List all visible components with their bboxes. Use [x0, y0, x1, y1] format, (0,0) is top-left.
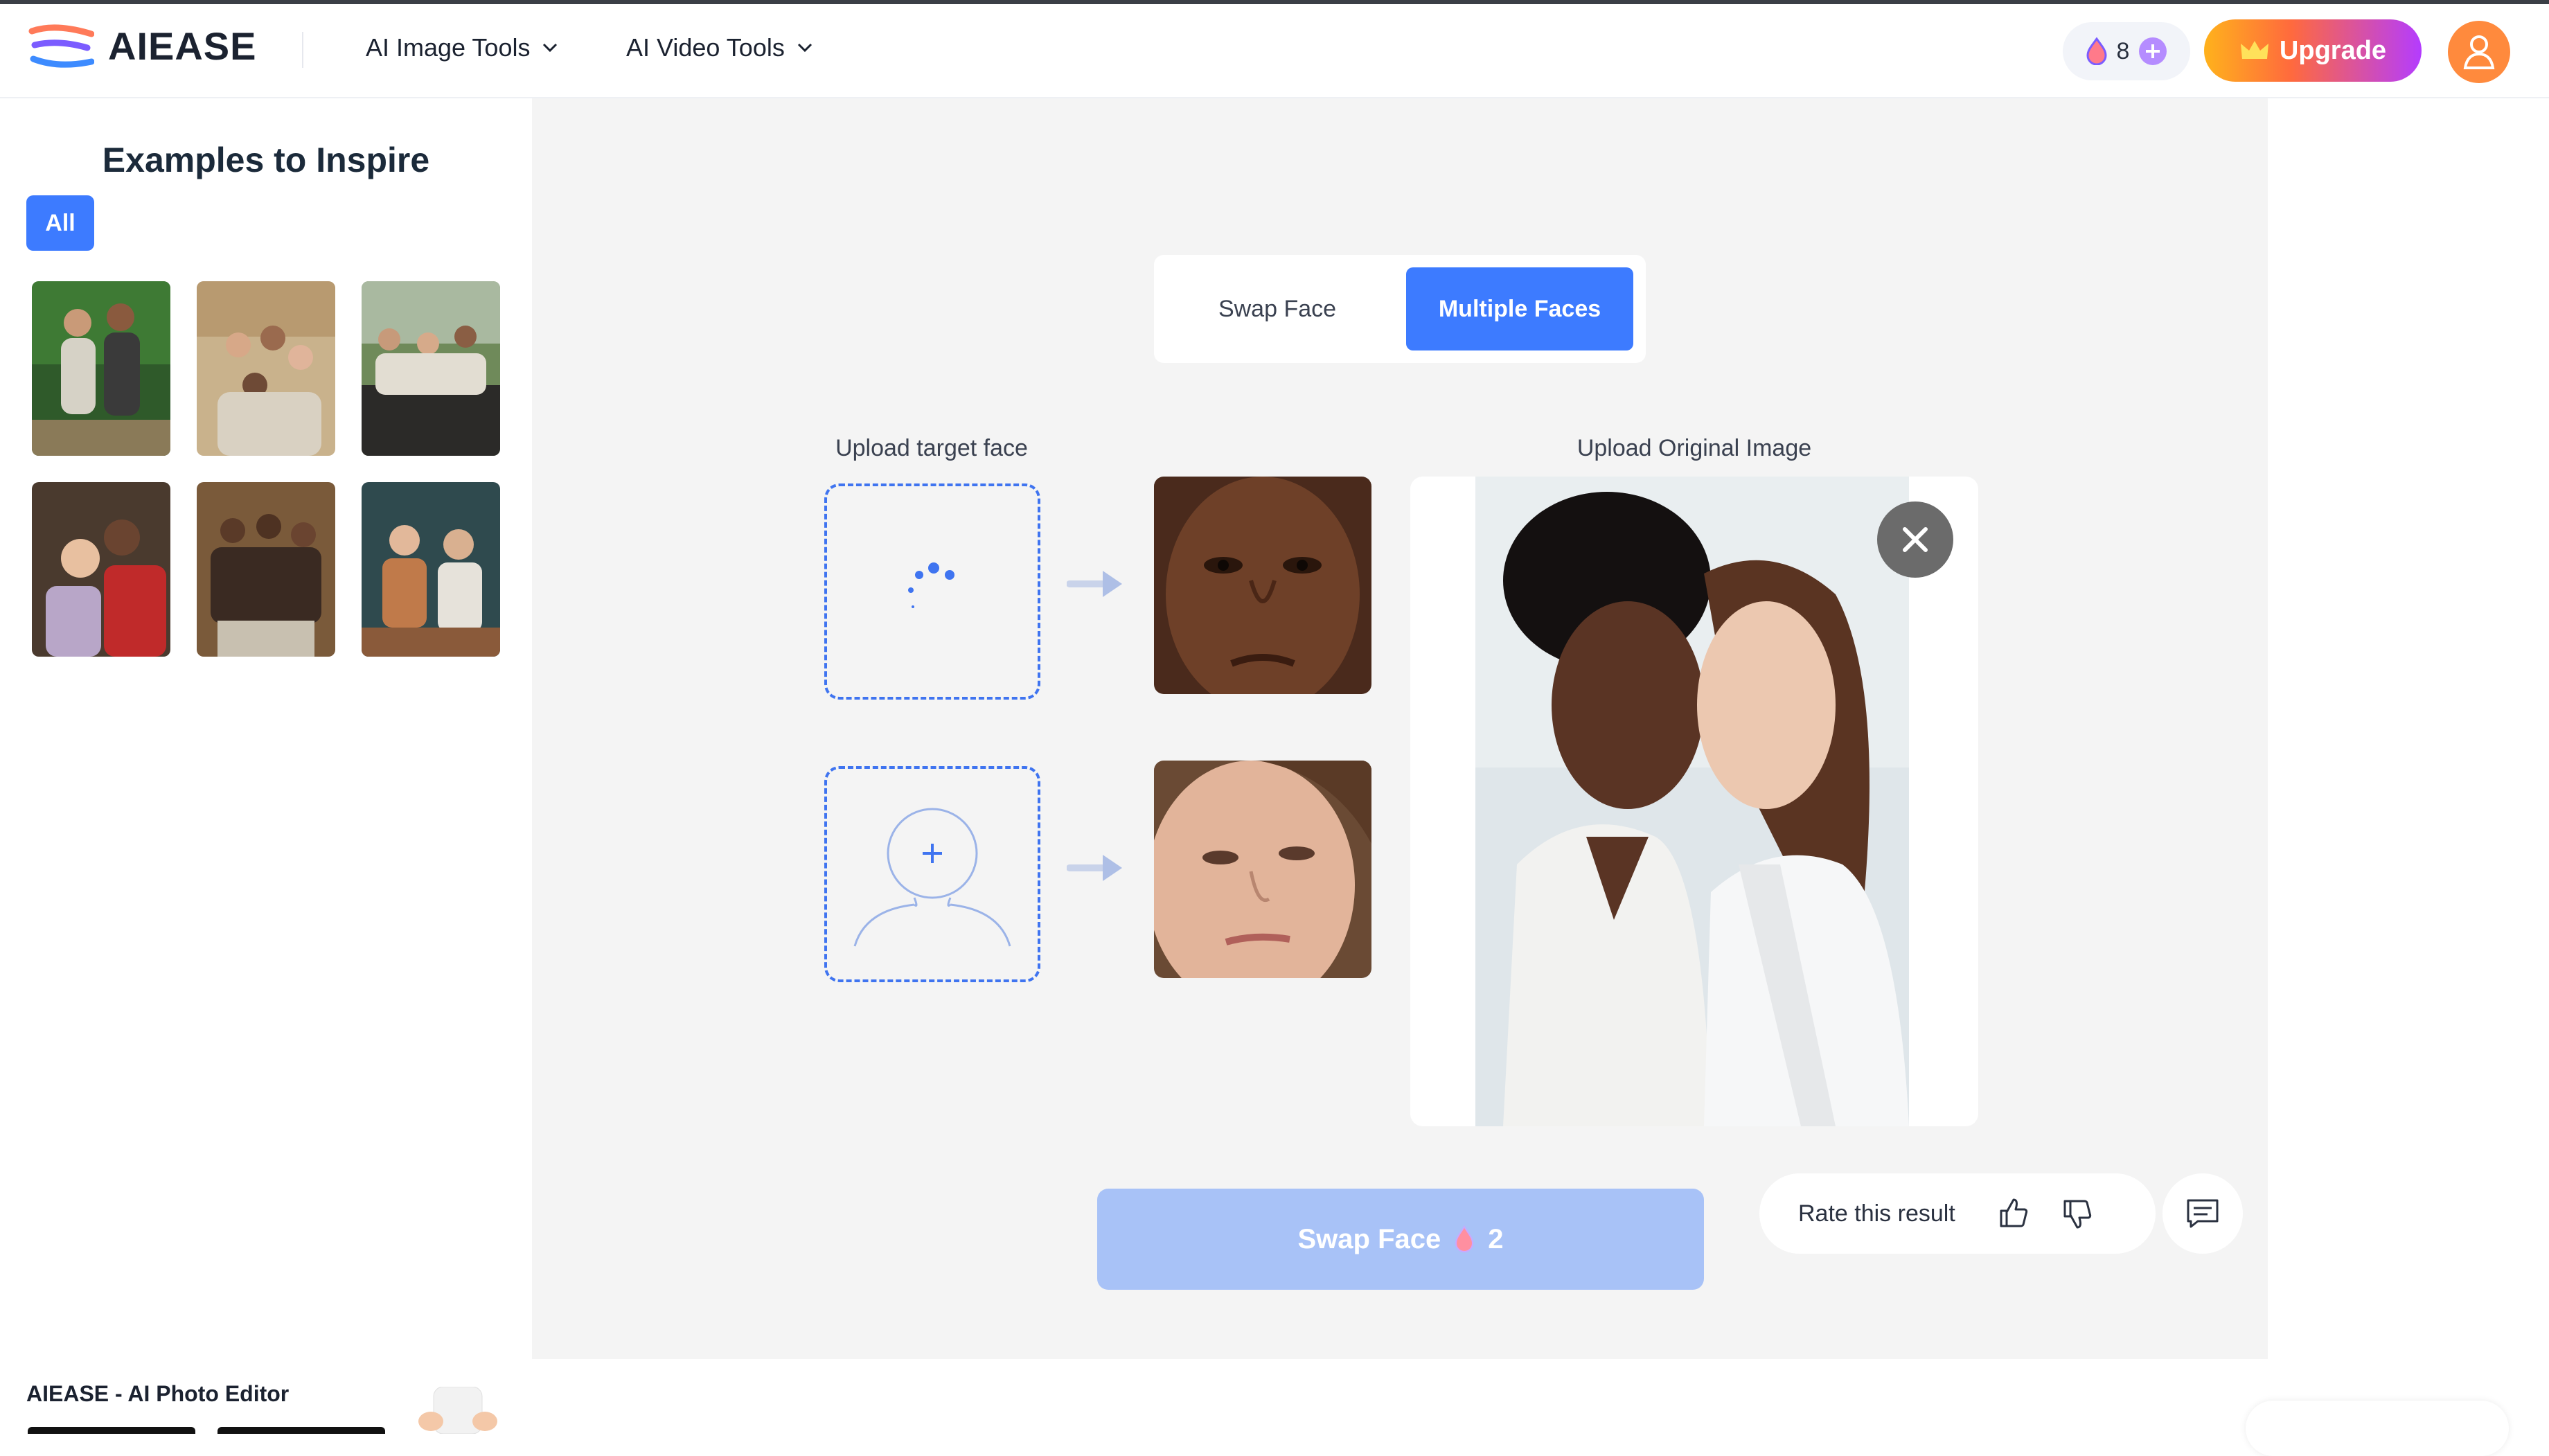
swap-face-label: Swap Face: [1297, 1223, 1441, 1254]
promo-hand-illustration: [413, 1386, 503, 1435]
tab-multiple-faces[interactable]: Multiple Faces: [1406, 267, 1633, 350]
original-image: [1475, 477, 1909, 1126]
rate-label: Rate this result: [1798, 1200, 1955, 1227]
header-divider: [302, 32, 303, 68]
close-icon: [1903, 527, 1928, 552]
example-image: [32, 482, 170, 657]
example-image: [362, 482, 500, 657]
example-thumbnail[interactable]: [362, 281, 500, 456]
crown-icon: [2240, 41, 2268, 59]
detected-face-1[interactable]: [1154, 477, 1371, 694]
credit-gem-icon: [2086, 37, 2107, 65]
detected-face-2[interactable]: [1154, 761, 1371, 978]
nav-ai-video-tools[interactable]: AI Video Tools: [626, 33, 815, 62]
credits-pill[interactable]: 8: [2063, 22, 2190, 80]
google-play-badge[interactable]: [217, 1427, 385, 1434]
tab-swap-face[interactable]: Swap Face: [1166, 267, 1388, 350]
app-promo-title: AIEASE - AI Photo Editor: [26, 1381, 290, 1406]
loading-spinner-icon: [908, 562, 954, 608]
user-avatar[interactable]: [2448, 21, 2510, 83]
right-blank-column: [2268, 98, 2549, 1434]
face-image: [1154, 761, 1371, 978]
thumbs-down-icon[interactable]: [2061, 1197, 2094, 1230]
upgrade-button[interactable]: Upgrade: [2204, 19, 2422, 82]
feedback-button[interactable]: [2162, 1173, 2243, 1254]
brand-name: AIEASE: [108, 24, 257, 68]
credit-gem-icon: [1455, 1225, 1474, 1252]
remove-image-button[interactable]: [1877, 501, 1953, 578]
example-thumbnail[interactable]: [32, 482, 170, 657]
example-thumbnail[interactable]: [32, 281, 170, 456]
filter-chip-all[interactable]: All: [26, 195, 94, 251]
upload-original-label: Upload Original Image: [1577, 435, 1812, 461]
chevron-down-icon: [543, 43, 558, 53]
arrow-right-icon: [1067, 571, 1122, 597]
face-image: [1154, 477, 1371, 694]
example-image: [32, 281, 170, 456]
example-image: [362, 281, 500, 456]
thumbs-up-icon[interactable]: [1997, 1197, 2030, 1230]
upgrade-label: Upgrade: [2279, 35, 2387, 65]
app-store-badge[interactable]: [28, 1427, 195, 1434]
aiease-logo-icon: [28, 24, 94, 68]
comment-icon: [2187, 1199, 2219, 1228]
nav-label: AI Image Tools: [366, 33, 531, 62]
arrow-right-icon: [1067, 855, 1122, 881]
upload-target-label: Upload target face: [835, 435, 1028, 461]
nav-label: AI Video Tools: [626, 33, 785, 62]
chevron-down-icon: [797, 43, 812, 53]
add-face-icon: [853, 808, 1011, 947]
add-credits-icon[interactable]: [2138, 36, 2168, 66]
example-image: [197, 281, 335, 456]
brand-logo[interactable]: AIEASE: [28, 24, 257, 69]
user-icon: [2463, 35, 2495, 69]
swap-face-cost: 2: [1488, 1223, 1504, 1254]
swap-face-button[interactable]: Swap Face 2: [1097, 1189, 1704, 1290]
sidebar-title: Examples to Inspire: [102, 141, 430, 179]
rating-panel: Rate this result: [1759, 1173, 2156, 1254]
nav-ai-image-tools[interactable]: AI Image Tools: [366, 33, 560, 62]
example-thumbnail[interactable]: [362, 482, 500, 657]
target-face-upload-2[interactable]: [824, 766, 1040, 982]
example-thumbnail[interactable]: [197, 482, 335, 657]
target-face-upload-1[interactable]: [824, 483, 1040, 700]
original-image-card[interactable]: [1410, 477, 1978, 1126]
example-image: [197, 482, 335, 657]
mode-tabs: Swap Face Multiple Faces: [1154, 255, 1646, 363]
examples-sidebar: Examples to Inspire All AIEASE - AI Phot…: [0, 98, 532, 1435]
example-thumbnail[interactable]: [197, 281, 335, 456]
credits-count: 8: [2116, 37, 2130, 64]
help-widget[interactable]: [2246, 1401, 2509, 1456]
